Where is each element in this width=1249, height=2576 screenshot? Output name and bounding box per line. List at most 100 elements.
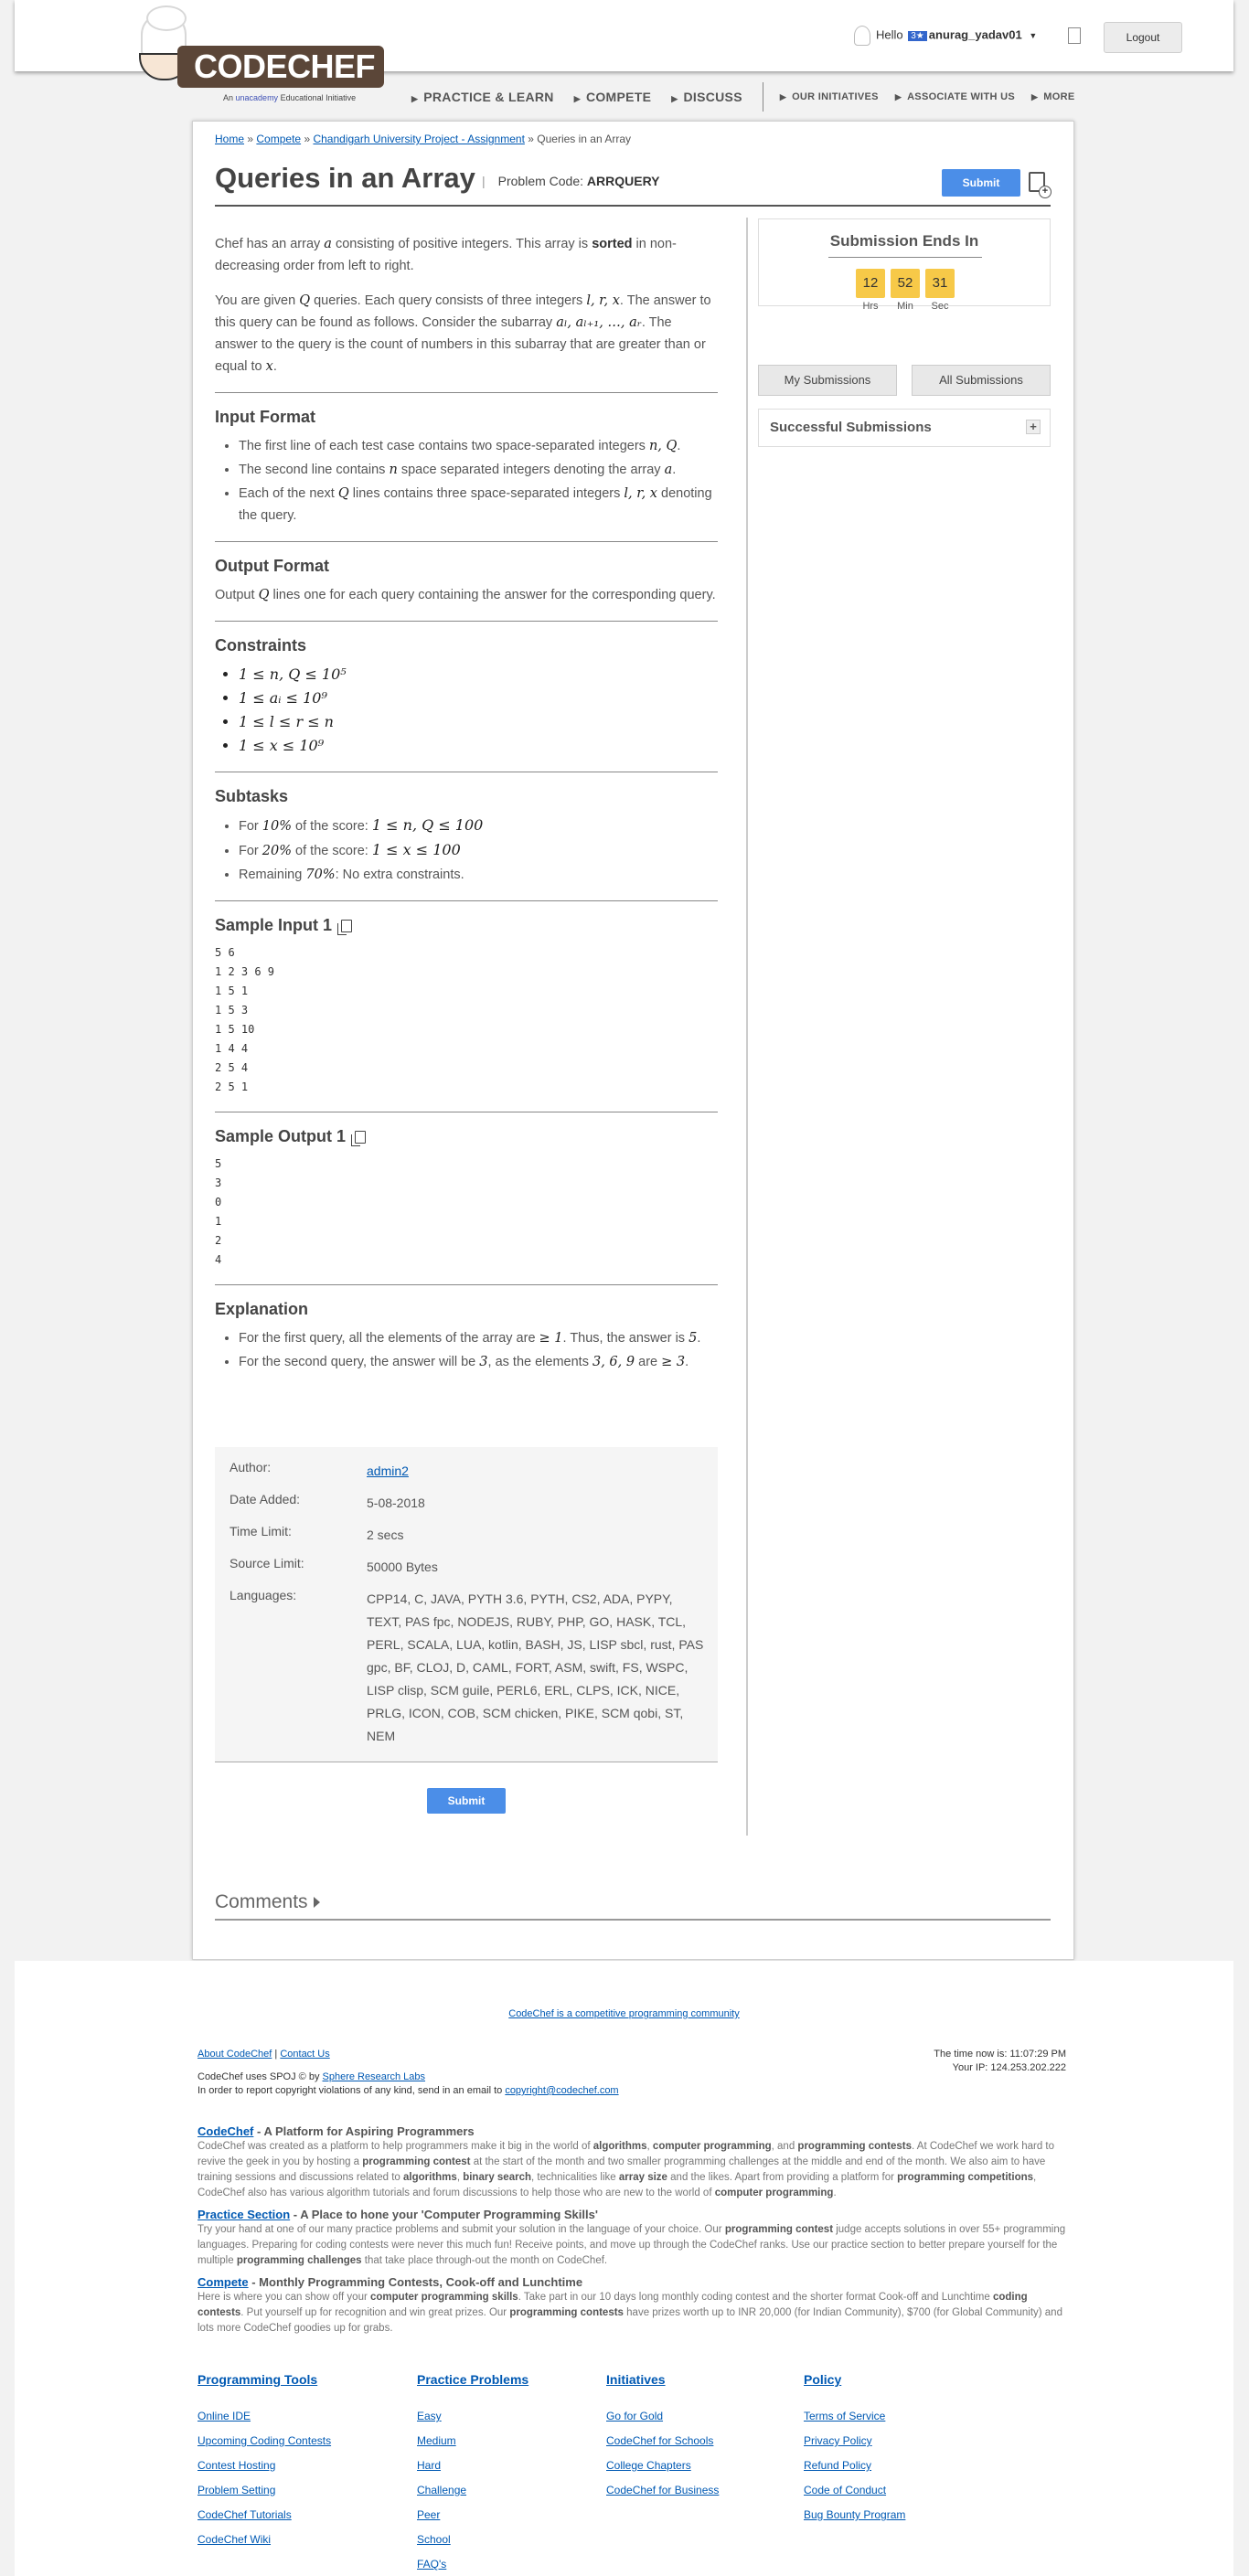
list-item: Each of the next Q lines contains three … xyxy=(239,483,718,527)
sphere-link[interactable]: Sphere Research Labs xyxy=(323,2071,426,2082)
breadcrumb-contest[interactable]: Chandigarh University Project - Assignme… xyxy=(313,133,524,145)
problem-code: | Problem Code: ARRQUERY xyxy=(482,174,660,188)
footer-link[interactable]: CodeChef Wiki xyxy=(197,2528,331,2552)
footer-tagline-link[interactable]: CodeChef is a competitive programming co… xyxy=(508,2008,740,2019)
sample-output-block: 5 3 0 1 2 4 xyxy=(215,1157,222,1266)
list-item: For 10% of the score: 1 ≤ n, Q ≤ 100 xyxy=(239,814,718,837)
input-format-list: The first line of each test case contain… xyxy=(239,435,718,527)
footer-col-heading[interactable]: Policy xyxy=(804,2372,905,2387)
explanation-list: For the first query, all the elements of… xyxy=(239,1327,718,1373)
nav-practice-learn[interactable]: ▶ PRACTICE & LEARN xyxy=(411,90,554,104)
footer-link[interactable]: College Chapters xyxy=(606,2454,719,2478)
main-nav: ▶ PRACTICE & LEARN ▶ COMPETE ▶ DISCUSS ▶ OUR… xyxy=(411,82,1091,112)
section-divider xyxy=(215,621,718,622)
copy-icon[interactable] xyxy=(337,920,353,936)
footer-link[interactable]: CodeChef for Schools xyxy=(606,2429,719,2454)
compete-paragraph: Here is where you can show off your comp… xyxy=(197,2292,1062,2334)
meta-row-date: Date Added: 5-08-2018 xyxy=(230,1492,425,1510)
nav-associate-with-us[interactable]: ▶ ASSOCIATE WITH US xyxy=(895,91,1015,102)
practice-link[interactable]: Practice Section xyxy=(197,2208,290,2221)
footer-link[interactable]: Go for Gold xyxy=(606,2404,719,2429)
meta-row-languages: Languages: CPP14, C, JAVA, PYTH 3.6, PYTH… xyxy=(230,1588,704,1743)
submission-timer: Submission Ends In 12 Hrs 52 Min 31 Sec xyxy=(758,218,1051,312)
subtasks-list: For 10% of the score: 1 ≤ n, Q ≤ 100 For… xyxy=(239,814,718,886)
breadcrumb: Home » Compete » Chandigarh University P… xyxy=(215,133,631,145)
footer-link[interactable]: Hard xyxy=(417,2454,528,2478)
my-submissions-button[interactable]: My Submissions xyxy=(758,365,897,396)
submit-button-top[interactable]: Submit xyxy=(942,169,1020,197)
footer-left-info: About CodeChef | Contact Us CodeChef use… xyxy=(197,2049,619,2096)
nav-discuss[interactable]: ▶ DISCUSS xyxy=(671,90,742,104)
footer-link[interactable]: CodeChef for Business xyxy=(606,2478,719,2503)
list-item: For the first query, all the elements of… xyxy=(239,1327,718,1349)
footer-link[interactable]: Upcoming Coding Contests xyxy=(197,2429,331,2454)
user-greeting[interactable]: Hello 3★ anurag_yadav01 ▼ xyxy=(854,26,1037,46)
notification-icon[interactable] xyxy=(1068,27,1081,44)
footer-col-heading[interactable]: Programming Tools xyxy=(197,2372,331,2387)
footer-link[interactable]: Problem Setting xyxy=(197,2478,331,2503)
caret-right-icon: ▶ xyxy=(671,94,678,103)
page-title: Queries in an Array xyxy=(215,162,475,194)
timer-minutes: 52 Min xyxy=(891,269,920,312)
username[interactable]: anurag_yadav01 xyxy=(929,27,1022,41)
footer-link[interactable]: Code of Conduct xyxy=(804,2478,905,2503)
footer-link[interactable]: Medium xyxy=(417,2429,528,2454)
footer-link[interactable]: Easy xyxy=(417,2404,528,2429)
logout-button[interactable]: Logout xyxy=(1104,22,1182,53)
footer-link[interactable]: Contest Hosting xyxy=(197,2454,331,2478)
list-item: The first line of each test case contain… xyxy=(239,435,718,457)
footer-link[interactable]: Peer xyxy=(417,2503,528,2528)
footer-link[interactable]: Terms of Service xyxy=(804,2404,905,2429)
caret-right-icon: ▶ xyxy=(411,94,419,103)
caret-right-icon xyxy=(313,1897,320,1909)
footer-col-heading[interactable]: Practice Problems xyxy=(417,2372,528,2387)
list-item: 1 ≤ n, Q ≤ 10⁵ xyxy=(239,664,718,686)
nav-our-initiatives[interactable]: ▶ OUR INITIATIVES xyxy=(780,91,879,102)
footer-right-info: The time now is: 11:07:29 PM Your IP: 12… xyxy=(929,2048,1066,2075)
codechef-logo[interactable]: CODECHEF An unacademy Educational Initia… xyxy=(124,5,385,104)
footer-col-heading[interactable]: Initiatives xyxy=(606,2372,719,2387)
author-link[interactable]: admin2 xyxy=(367,1464,409,1478)
footer-link[interactable]: Privacy Policy xyxy=(804,2429,905,2454)
copy-icon[interactable] xyxy=(351,1131,367,1147)
caret-right-icon: ▶ xyxy=(1031,92,1039,101)
about-link[interactable]: About CodeChef xyxy=(197,2049,272,2060)
nav-more[interactable]: ▶ MORE xyxy=(1031,91,1074,102)
footer-link[interactable]: FAQ's xyxy=(417,2552,528,2576)
list-item: 1 ≤ l ≤ r ≤ n xyxy=(239,711,718,733)
footer-link[interactable]: CodeChef Tutorials xyxy=(197,2503,331,2528)
hello-text: Hello xyxy=(876,27,903,42)
title-divider xyxy=(215,205,1051,207)
nav-compete[interactable]: ▶ COMPETE xyxy=(574,90,652,104)
footer-link[interactable]: Bug Bounty Program xyxy=(804,2503,905,2528)
meta-row-author: Author: admin2 xyxy=(230,1460,409,1478)
footer-about: CodeChef - A Platform for Aspiring Progr… xyxy=(197,2118,1066,2336)
footer-link[interactable]: School xyxy=(417,2528,528,2552)
footer-link[interactable]: Refund Policy xyxy=(804,2454,905,2478)
chevron-down-icon[interactable]: ▼ xyxy=(1029,31,1037,40)
successful-submissions-panel[interactable]: Successful Submissions + xyxy=(758,409,1051,447)
all-submissions-button[interactable]: All Submissions xyxy=(912,365,1051,396)
about-paragraph: CodeChef was created as a platform to he… xyxy=(197,2141,1054,2198)
footer-col-initiatives: Initiatives Go for Gold CodeChef for Sch… xyxy=(606,2372,719,2503)
list-item: For 20% of the score: 1 ≤ x ≤ 100 xyxy=(239,839,718,862)
submit-button-bottom[interactable]: Submit xyxy=(427,1788,506,1814)
footer-link[interactable]: Challenge xyxy=(417,2478,528,2503)
about-heading: CodeChef - A Platform for Aspiring Progr… xyxy=(197,2124,475,2138)
add-note-icon[interactable] xyxy=(1029,172,1052,198)
breadcrumb-compete[interactable]: Compete xyxy=(256,133,301,145)
caret-right-icon: ▶ xyxy=(894,92,902,101)
problem-statement: Chef has an array a consisting of positi… xyxy=(215,233,718,1384)
codechef-link[interactable]: CodeChef xyxy=(197,2124,253,2138)
output-format-heading: Output Format xyxy=(215,557,329,575)
comments-toggle[interactable]: Comments xyxy=(215,1891,320,1913)
expand-plus-icon[interactable]: + xyxy=(1026,420,1041,434)
copyright-email-link[interactable]: copyright@codechef.com xyxy=(505,2085,618,2096)
footer-col-practice: Practice Problems Easy Medium Hard Chall… xyxy=(417,2372,528,2576)
timer-hours: 12 Hrs xyxy=(856,269,885,312)
footer-link[interactable]: Online IDE xyxy=(197,2404,331,2429)
compete-link[interactable]: Compete xyxy=(197,2275,249,2289)
breadcrumb-home[interactable]: Home xyxy=(215,133,244,145)
contact-link[interactable]: Contact Us xyxy=(280,2049,329,2060)
server-time: The time now is: 11:07:29 PM xyxy=(934,2049,1066,2060)
